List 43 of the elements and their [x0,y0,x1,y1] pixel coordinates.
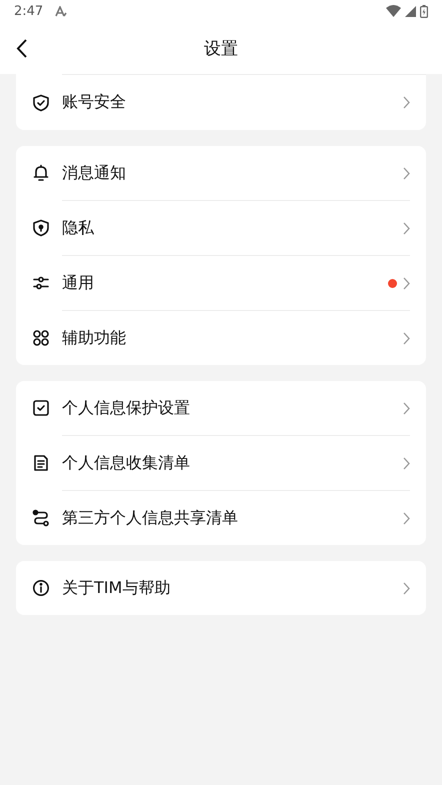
chevron-icon [403,222,410,234]
settings-item[interactable]: 消息通知 [16,146,426,200]
settings-label: 关于TIM与帮助 [62,578,172,598]
route-icon [32,509,50,527]
sliders-icon [32,274,50,292]
settings-label: 账号安全 [62,92,127,113]
settings-label: 辅助功能 [62,328,127,348]
wifi-icon [386,5,401,17]
shield-check-icon [32,94,50,112]
settings-label: 消息通知 [62,162,127,184]
info-icon [32,579,50,597]
settings-label: 通用 [62,272,95,294]
battery-icon [420,4,428,18]
chevron-icon [403,512,410,524]
chevron-icon [403,456,410,470]
chevron-icon [403,96,410,109]
settings-item[interactable]: 隐私 [16,201,426,255]
settings-item[interactable]: 个人信息收集清单 [16,436,426,490]
chevron-icon [403,582,410,594]
status-time: 2:47 [14,4,44,18]
back-icon [16,39,27,58]
chevron-icon [403,276,410,290]
settings-item[interactable]: 通用 [16,256,426,310]
settings-item[interactable]: 账号安全 [16,75,426,130]
page-title: 设置 [204,38,238,60]
document-icon [32,454,50,472]
settings-item[interactable]: 关于TIM与帮助 [16,561,426,615]
settings-item[interactable]: 第三方个人信息共享清单 [16,491,426,545]
font-icon [55,6,68,16]
settings-item[interactable]: 辅助功能 [16,311,426,365]
bell-icon [32,164,50,182]
command-icon [32,329,50,347]
settings-label: 隐私 [62,218,95,238]
chevron-icon [403,332,410,344]
settings-label: 第三方个人信息共享清单 [62,508,239,528]
checkbox-icon [32,399,50,417]
settings-label: 个人信息收集清单 [62,452,191,474]
settings-label: 个人信息保护设置 [62,398,191,418]
chevron-icon [403,402,410,414]
shield-keyhole-icon [32,219,50,237]
chevron-icon [403,166,410,180]
settings-item[interactable]: 个人信息保护设置 [16,381,426,435]
signal-icon [405,6,416,16]
